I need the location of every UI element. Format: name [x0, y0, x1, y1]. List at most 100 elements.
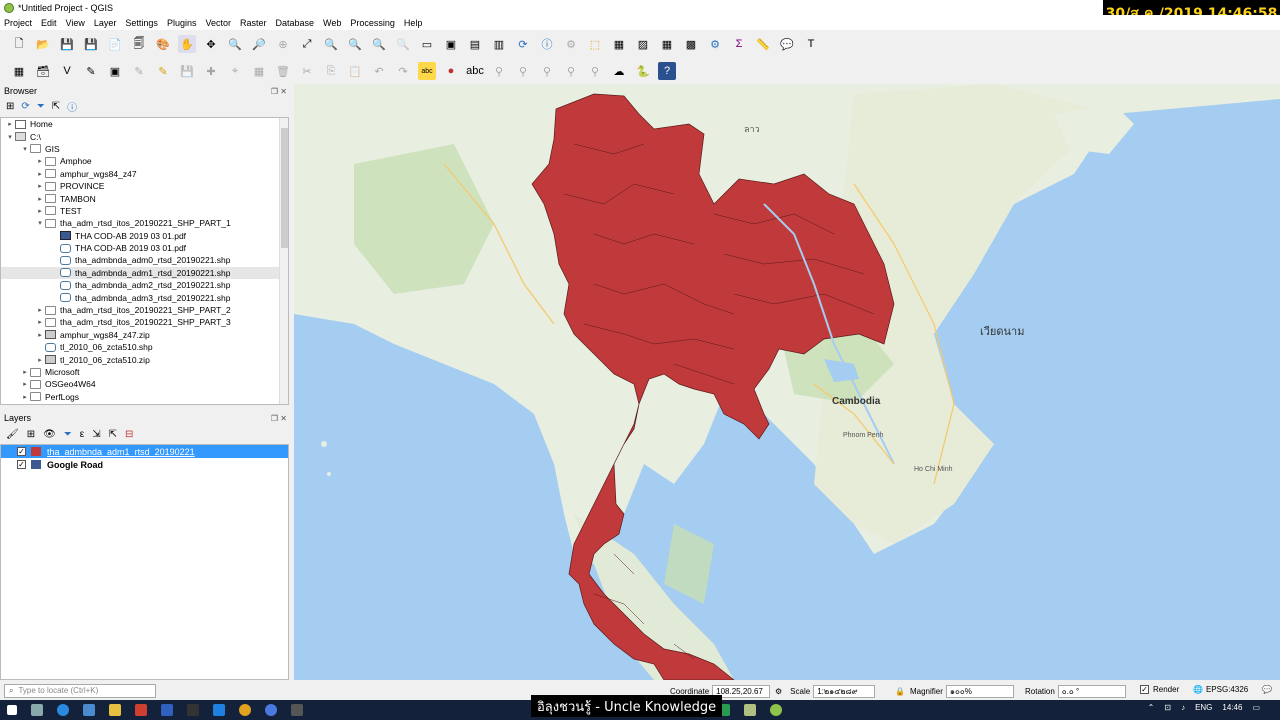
add-group-icon[interactable]: ⊞ [27, 429, 35, 440]
current-edits-icon[interactable]: ✎ [130, 62, 148, 80]
chevron-right-icon[interactable]: ▸ [35, 356, 45, 364]
show-bookmarks-icon[interactable]: ▥ [490, 35, 508, 53]
menu-settings[interactable]: Settings [125, 18, 158, 28]
layer-symbol-icon[interactable] [31, 447, 41, 456]
filter-legend-icon[interactable]: ⏷ [64, 429, 72, 440]
chevron-right-icon[interactable]: ▸ [20, 368, 30, 376]
toolbox-icon[interactable]: ⚙ [706, 35, 724, 53]
refresh-icon[interactable]: ⟳ [514, 35, 532, 53]
open-layer-styling-icon[interactable]: 🖌 [6, 429, 19, 440]
collapse-all-icon[interactable]: ⇱ [52, 101, 60, 112]
new-spatialite-icon[interactable]: ✎ [82, 62, 100, 80]
menu-project[interactable]: Project [4, 18, 32, 28]
menu-view[interactable]: View [66, 18, 85, 28]
menu-raster[interactable]: Raster [240, 18, 267, 28]
copy-features-icon[interactable]: ⎘ [322, 62, 340, 80]
browser-item[interactable]: ▸ PROVINCE [1, 180, 288, 192]
undo-icon[interactable]: ↶ [370, 62, 388, 80]
data-source-manager-icon[interactable]: ▦ [10, 62, 28, 80]
expand-all-icon[interactable]: ⇲ [92, 429, 100, 440]
menu-web[interactable]: Web [323, 18, 341, 28]
chevron-right-icon[interactable]: ▸ [5, 120, 15, 128]
terminal-icon[interactable] [187, 704, 199, 716]
new-project-icon[interactable]: 🗋 [10, 35, 28, 53]
app-icon[interactable] [291, 704, 303, 716]
statistics-icon[interactable]: Σ [730, 35, 748, 53]
new-3d-view-icon[interactable]: ▣ [442, 35, 460, 53]
chevron-right-icon[interactable]: ▸ [35, 207, 45, 215]
move-label-icon[interactable]: ⚲ [538, 62, 556, 80]
zoom-in-icon[interactable]: 🔍 [226, 35, 244, 53]
cut-features-icon[interactable]: ✂ [298, 62, 316, 80]
properties-icon[interactable]: ⓘ [67, 99, 77, 114]
layer-diagram-icon[interactable]: abc [466, 62, 484, 80]
browser-item[interactable]: ▸ TEST [1, 205, 288, 217]
toggle-extents-icon[interactable]: ⚙ [775, 687, 782, 696]
chevron-right-icon[interactable]: ▸ [35, 318, 45, 326]
zoom-next-icon[interactable]: 🔍 [394, 35, 412, 53]
zoom-full-icon[interactable]: ⤢ [298, 35, 316, 53]
messages-icon[interactable]: 💬 [1262, 685, 1272, 694]
browser-item[interactable]: ▸ PerfLogs [1, 391, 288, 403]
text-annotation-icon[interactable]: T [802, 35, 820, 53]
app-icon[interactable] [744, 704, 756, 716]
browser-item[interactable]: ▸ TAMBON [1, 192, 288, 204]
browser-scrollbar[interactable] [279, 118, 288, 404]
chevron-down-icon[interactable]: ▾ [5, 133, 15, 141]
menu-plugins[interactable]: Plugins [167, 18, 197, 28]
browser-item[interactable]: tha_admbnda_adm2_rtsd_20190221.shp [1, 279, 288, 291]
label-icon[interactable]: abc [418, 62, 436, 80]
panel-float-close-icon[interactable]: ❐ ✕ [271, 87, 287, 96]
app-icon[interactable] [83, 704, 95, 716]
chrome-icon[interactable] [239, 704, 251, 716]
browser-item[interactable]: ▸ Home [1, 118, 288, 130]
zoom-native-icon[interactable]: ⊕ [274, 35, 292, 53]
select-value-icon[interactable]: ▦ [610, 35, 628, 53]
menu-database[interactable]: Database [276, 18, 315, 28]
browser-item[interactable]: tl_2010_06_zcta510.shp [1, 341, 288, 353]
tray-lang[interactable]: ENG [1195, 703, 1212, 712]
pan-icon[interactable]: ✋ [178, 35, 196, 53]
browser-item[interactable]: ▾ tha_adm_rtsd_itos_20190221_SHP_PART_1 [1, 217, 288, 229]
task-view-icon[interactable] [31, 704, 43, 716]
zoom-out-icon[interactable]: 🔎 [250, 35, 268, 53]
chevron-down-icon[interactable]: ▾ [20, 145, 30, 153]
zoom-selection-icon[interactable]: 🔍 [322, 35, 340, 53]
browser-item[interactable]: tha_admbnda_adm3_rtsd_20190221.shp [1, 291, 288, 303]
new-map-view-icon[interactable]: ▭ [418, 35, 436, 53]
app-icon[interactable] [265, 704, 277, 716]
plugin-icon[interactable]: ☁ [610, 62, 628, 80]
menu-help[interactable]: Help [404, 18, 423, 28]
crs-button[interactable]: 🌐 EPSG:4326 [1193, 685, 1248, 694]
new-virtual-layer-icon[interactable]: ▣ [106, 62, 124, 80]
map-tips-icon[interactable]: 💬 [778, 35, 796, 53]
magnifier-field[interactable]: ๑๐๐% [945, 685, 1014, 698]
layer-labeling-icon[interactable]: ● [442, 62, 460, 80]
paste-features-icon[interactable]: 📋 [346, 62, 364, 80]
qgis-taskbar-icon[interactable] [770, 704, 782, 716]
layer-visibility-checkbox[interactable]: ✓ [17, 447, 26, 456]
change-label-icon[interactable]: ⚲ [586, 62, 604, 80]
menu-processing[interactable]: Processing [350, 18, 395, 28]
layer-row[interactable]: ✓ tha_admbnda_adm1_rtsd_20190221 [1, 445, 288, 458]
python-console-icon[interactable]: 🐍 [634, 62, 652, 80]
manage-map-themes-icon[interactable]: 👁 [43, 429, 56, 440]
save-project-icon[interactable]: 💾 [58, 35, 76, 53]
chevron-right-icon[interactable]: ▸ [35, 182, 45, 190]
locator-search-input[interactable]: ⌕ Type to locate (Ctrl+K) [4, 683, 156, 698]
browser-item[interactable]: ▸ amphur_wgs84_z47.zip [1, 329, 288, 341]
chevron-right-icon[interactable]: ▸ [35, 306, 45, 314]
browser-item[interactable]: ▸ amphur_wgs84_z47 [1, 168, 288, 180]
toggle-editing-icon[interactable]: ✎ [154, 62, 172, 80]
browser-item[interactable]: ▸ Amphoe [1, 155, 288, 167]
explorer-icon[interactable] [109, 704, 121, 716]
browser-item[interactable]: ▸ Microsoft [1, 366, 288, 378]
zoom-layer-icon[interactable]: 🔍 [346, 35, 364, 53]
chevron-down-icon[interactable]: ▾ [35, 219, 45, 227]
delete-selected-icon[interactable]: 🗑 [274, 62, 292, 80]
filter-icon[interactable]: ⏷ [37, 101, 45, 112]
browser-item[interactable]: ▸ tha_adm_rtsd_itos_20190221_SHP_PART_3 [1, 316, 288, 328]
app-icon[interactable] [135, 704, 147, 716]
lock-scale-icon[interactable]: 🔒 [895, 687, 905, 696]
deselect-icon[interactable]: ▨ [634, 35, 652, 53]
